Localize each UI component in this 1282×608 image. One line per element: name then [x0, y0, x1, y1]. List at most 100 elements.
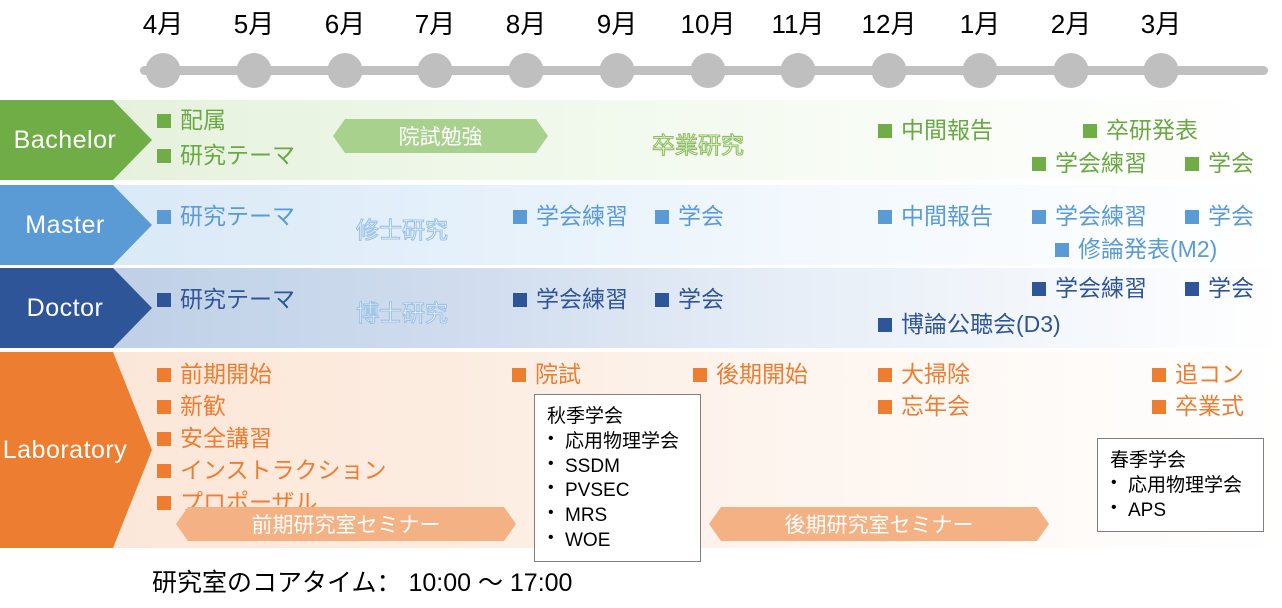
core-time-note: 研究室のコアタイム： 10:00 ～ 17:00	[152, 569, 573, 597]
period-banner[interactable]: 後期研究室セミナー	[709, 507, 1049, 541]
milestone-item[interactable]: 追コン	[1152, 363, 1244, 386]
bullet-square-icon	[1152, 367, 1166, 382]
milestone-label: 学会	[678, 286, 724, 312]
milestone-item[interactable]: 学会練習	[513, 205, 628, 228]
timeline-month-label: 12月	[861, 9, 917, 39]
milestone-item[interactable]: 学会	[1185, 205, 1254, 228]
bullet-square-icon	[1185, 281, 1199, 296]
bullet-square-icon	[1032, 281, 1046, 296]
bullet-square-icon	[693, 367, 707, 382]
timeline-month-label: 3月	[1140, 9, 1182, 39]
milestone-item[interactable]: 卒研発表	[1083, 119, 1198, 142]
milestone-item[interactable]: 研究テーマ	[157, 144, 295, 167]
milestone-item[interactable]: 修論発表(M2)	[1055, 238, 1217, 261]
milestone-item[interactable]: 学会	[1185, 152, 1254, 175]
roadmap-row-master: Master 研究テーマ 修士研究 学会練習 学会 中間報告 学会練習 学会 修…	[0, 185, 1282, 265]
timeline-month-label: 10月	[680, 9, 736, 39]
milestone-item[interactable]: 大掃除	[878, 363, 970, 386]
notebox-list-item: MRS	[545, 503, 690, 529]
milestone-item[interactable]: 博論公聴会(D3)	[878, 313, 1061, 336]
milestone-item[interactable]: 後期開始	[693, 363, 808, 386]
row-arrow-label: Bachelor	[13, 125, 117, 154]
bullet-square-icon	[1185, 209, 1199, 224]
timeline-month-label: 4月	[142, 9, 184, 39]
notebox-list: 応用物理学会 SSDM PVSEC MRS WOE	[545, 429, 690, 553]
timeline-month-label: 2月	[1050, 9, 1092, 39]
milestone-label: 卒業式	[1175, 393, 1244, 419]
notebox-list-item: 応用物理学会	[545, 429, 690, 455]
timeline-month-labels: 4月 5月 6月 7月 8月 9月 10月 11月 12月 1月 2月 3月	[0, 0, 1282, 42]
timeline-dot[interactable]	[508, 53, 544, 88]
bullet-square-icon	[878, 399, 892, 414]
period-outline-label: 博士研究	[355, 299, 448, 326]
milestone-item[interactable]: 研究テーマ	[157, 288, 295, 311]
milestone-label: 研究テーマ	[180, 203, 295, 229]
milestone-item[interactable]: 前期開始	[157, 363, 272, 386]
milestone-label: 修論発表(M2)	[1078, 236, 1218, 262]
milestone-item[interactable]: 安全講習	[157, 427, 272, 450]
timeline-dot[interactable]	[599, 53, 635, 88]
notebox-list: 応用物理学会 APS	[1108, 473, 1253, 524]
period-banner[interactable]: 前期研究室セミナー	[176, 507, 516, 541]
milestone-item[interactable]: 学会練習	[1032, 205, 1147, 228]
milestone-item[interactable]: 学会練習	[1032, 277, 1147, 300]
milestone-item[interactable]: インストラクション	[157, 459, 387, 482]
bullet-square-icon	[878, 317, 892, 332]
milestone-item[interactable]: 学会	[655, 288, 724, 311]
milestone-item[interactable]: 新歓	[157, 395, 226, 418]
milestone-label: 中間報告	[901, 203, 993, 229]
milestone-item[interactable]: 学会練習	[513, 288, 628, 311]
milestone-label: 安全講習	[180, 425, 272, 451]
bullet-square-icon	[1083, 123, 1097, 138]
timeline-dot[interactable]	[417, 53, 453, 88]
milestone-label: 学会練習	[1055, 275, 1147, 301]
milestone-label: 新歓	[180, 393, 226, 419]
timeline-dot[interactable]	[236, 53, 272, 88]
bullet-square-icon	[878, 123, 892, 138]
period-outline-label: 修士研究	[355, 216, 448, 243]
milestone-item[interactable]: 学会	[655, 205, 724, 228]
bullet-square-icon	[1032, 156, 1046, 171]
timeline-dot[interactable]	[780, 53, 816, 88]
milestone-item[interactable]: 中間報告	[878, 205, 993, 228]
bullet-square-icon	[157, 113, 171, 128]
timeline-dot[interactable]	[871, 53, 907, 88]
row-arrow-label: Laboratory	[2, 435, 128, 464]
milestone-label: 学会	[1208, 275, 1254, 301]
milestone-label: 学会	[1208, 203, 1254, 229]
milestone-item[interactable]: 卒業式	[1152, 395, 1244, 418]
bullet-square-icon	[157, 463, 171, 478]
timeline-month-label: 9月	[596, 9, 638, 39]
spring-conferences-box: 春季学会 応用物理学会 APS	[1097, 438, 1264, 533]
timeline-dot[interactable]	[145, 53, 181, 88]
milestone-label: 大掃除	[901, 361, 970, 387]
milestone-label: 院試	[535, 361, 581, 387]
milestone-item[interactable]: 研究テーマ	[157, 205, 295, 228]
milestone-item[interactable]: 学会	[1185, 277, 1254, 300]
bullet-square-icon	[1032, 209, 1046, 224]
period-banner[interactable]: 院試勉強	[333, 119, 548, 153]
bullet-square-icon	[157, 399, 171, 414]
timeline-dot[interactable]	[690, 53, 726, 88]
timeline-dot[interactable]	[1053, 53, 1089, 88]
milestone-item[interactable]: 中間報告	[878, 119, 993, 142]
timeline-month-label: 5月	[233, 9, 275, 39]
milestone-item[interactable]: 忘年会	[878, 395, 970, 418]
milestone-item[interactable]: 学会練習	[1032, 152, 1147, 175]
milestone-item[interactable]: 院試	[512, 363, 581, 386]
milestone-label: 学会練習	[1055, 203, 1147, 229]
milestone-label: 卒研発表	[1106, 117, 1198, 143]
notebox-list-item: APS	[1108, 498, 1253, 524]
milestone-label: 学会練習	[536, 203, 628, 229]
milestone-label: 研究テーマ	[180, 142, 295, 168]
timeline-month-label: 11月	[771, 9, 825, 39]
notebox-list-item: PVSEC	[545, 478, 690, 504]
timeline-dot[interactable]	[1143, 53, 1179, 88]
bullet-square-icon	[513, 292, 527, 307]
timeline-dot[interactable]	[327, 53, 363, 88]
timeline-dot[interactable]	[962, 53, 998, 88]
bullet-square-icon	[1152, 399, 1166, 414]
bullet-square-icon	[1185, 156, 1199, 171]
notebox-title: 春季学会	[1110, 450, 1187, 471]
milestone-item[interactable]: 配属	[157, 109, 226, 132]
